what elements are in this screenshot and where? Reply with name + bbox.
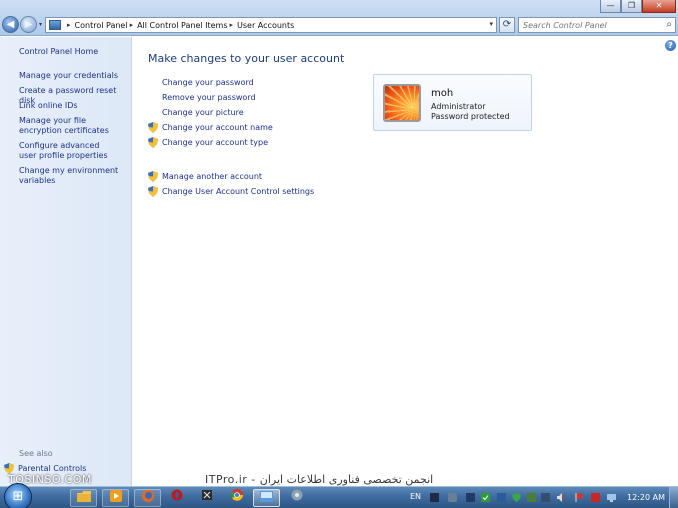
- settings-app-icon: [291, 489, 302, 501]
- tray-check-icon[interactable]: [481, 493, 490, 502]
- manage-another-account-link[interactable]: Manage another account: [148, 171, 262, 182]
- breadcrumb-control-panel[interactable]: Control Panel: [75, 21, 128, 30]
- task-label[interactable]: Change your picture: [162, 108, 244, 117]
- tray-speaker-icon[interactable]: [557, 493, 566, 502]
- explorer-taskbar-button[interactable]: [70, 489, 97, 507]
- app-icon: [201, 490, 212, 500]
- firefox-taskbar-button[interactable]: [134, 489, 161, 507]
- folder-icon: [76, 491, 91, 502]
- search-box[interactable]: ⌕: [518, 17, 676, 33]
- account-role: Administrator: [431, 102, 486, 111]
- task-label[interactable]: Manage another account: [162, 172, 262, 181]
- tray-app-icon[interactable]: [497, 493, 506, 502]
- account-card: moh Administrator Password protected: [373, 74, 532, 131]
- control-panel-icon: [260, 491, 273, 502]
- watermark-right: ITPro.ir - انجمن تخصصی فناوری اطلاعات ای…: [205, 473, 434, 486]
- control-panel-home-link[interactable]: Control Panel Home: [19, 47, 129, 57]
- search-input[interactable]: [523, 20, 659, 30]
- main-pane: ? Make changes to your user account Chan…: [133, 37, 678, 486]
- refresh-button[interactable]: ⟳: [499, 17, 515, 33]
- advanced-profile-link[interactable]: Configure advanced user profile properti…: [19, 141, 119, 161]
- maximize-button[interactable]: ❐: [621, 0, 642, 13]
- start-button[interactable]: ⊞: [4, 483, 32, 508]
- uac-shield-icon: [148, 186, 158, 197]
- tray-app-icon[interactable]: [591, 493, 600, 502]
- address-dropdown-icon[interactable]: ▾: [489, 20, 493, 28]
- task-label[interactable]: Remove your password: [162, 93, 256, 102]
- tray-app-icon[interactable]: [527, 493, 536, 502]
- tray-shield-icon[interactable]: [512, 493, 521, 502]
- file-encryption-link[interactable]: Manage your file encryption certificates: [19, 116, 123, 136]
- minimize-button[interactable]: —: [600, 0, 621, 13]
- address-bar[interactable]: ▸ Control Panel ▸ All Control Panel Item…: [45, 17, 497, 33]
- window-titlebar: — ❐ ✕ ◀ ▶ ▾ ▸ Control Panel ▸ All Contro…: [0, 0, 678, 36]
- task-label[interactable]: Change your account type: [162, 138, 268, 147]
- app-taskbar-button[interactable]: [193, 489, 220, 507]
- change-account-type-link[interactable]: Change your account type: [148, 137, 268, 148]
- tray-app-icon[interactable]: [466, 493, 475, 502]
- media-player-icon: [109, 490, 122, 502]
- system-clock[interactable]: 12:20 AM: [627, 493, 665, 502]
- breadcrumb-user-accounts[interactable]: User Accounts: [237, 21, 294, 30]
- remove-password-link[interactable]: Remove your password: [148, 93, 256, 102]
- task-label[interactable]: Change your password: [162, 78, 254, 87]
- account-password-status: Password protected: [431, 112, 510, 121]
- opera-taskbar-button[interactable]: [163, 489, 190, 507]
- taskbar: ⊞ EN 12:20 AM: [0, 483, 678, 508]
- tray-network-icon[interactable]: [607, 493, 616, 502]
- help-icon[interactable]: ?: [665, 40, 676, 51]
- tray-app-icon[interactable]: [448, 493, 457, 502]
- task-label[interactable]: Change User Account Control settings: [162, 187, 314, 196]
- left-pane: Control Panel Home Manage your credentia…: [0, 37, 132, 486]
- link-online-ids-link[interactable]: Link online IDs: [19, 101, 129, 111]
- tray-flag-icon[interactable]: [575, 493, 584, 502]
- environment-variables-link[interactable]: Change my environment variables: [19, 166, 119, 186]
- chrome-taskbar-button[interactable]: [223, 489, 250, 507]
- breadcrumb-all-items[interactable]: All Control Panel Items: [137, 21, 227, 30]
- firefox-icon: [141, 490, 154, 502]
- tray-app-icon[interactable]: [541, 493, 550, 502]
- search-icon[interactable]: ⌕: [666, 19, 672, 30]
- breadcrumb-separator[interactable]: ▸: [130, 21, 134, 29]
- back-button[interactable]: ◀: [2, 16, 19, 33]
- media-player-taskbar-button[interactable]: [102, 489, 129, 507]
- account-picture: [383, 84, 421, 122]
- navigation-buttons: ◀ ▶ ▾: [2, 16, 42, 33]
- breadcrumb-separator[interactable]: ▸: [67, 21, 71, 29]
- task-label[interactable]: Change your account name: [162, 123, 273, 132]
- window-controls: — ❐ ✕: [600, 0, 676, 13]
- close-button[interactable]: ✕: [642, 0, 676, 13]
- manage-credentials-link[interactable]: Manage your credentials: [19, 71, 129, 81]
- uac-shield-icon: [148, 122, 158, 133]
- uac-shield-icon: [148, 137, 158, 148]
- page-title: Make changes to your user account: [148, 52, 345, 65]
- forward-button[interactable]: ▶: [20, 16, 37, 33]
- parental-controls-label[interactable]: Parental Controls: [18, 464, 86, 473]
- opera-icon: [171, 489, 182, 501]
- change-account-name-link[interactable]: Change your account name: [148, 122, 273, 133]
- change-password-link[interactable]: Change your password: [148, 78, 254, 87]
- show-desktop-button[interactable]: [669, 487, 678, 508]
- tray-app-icon[interactable]: [430, 493, 439, 502]
- see-also-heading: See also: [19, 449, 53, 458]
- control-panel-icon: [49, 20, 61, 30]
- change-picture-link[interactable]: Change your picture: [148, 108, 244, 117]
- language-indicator[interactable]: EN: [410, 492, 421, 501]
- recent-pages-dropdown[interactable]: ▾: [39, 21, 42, 28]
- account-name: moh: [431, 88, 454, 99]
- app2-taskbar-button[interactable]: [283, 489, 310, 507]
- breadcrumb-separator[interactable]: ▸: [230, 21, 234, 29]
- uac-settings-link[interactable]: Change User Account Control settings: [148, 186, 314, 197]
- chrome-icon: [230, 489, 243, 501]
- uac-shield-icon: [148, 171, 158, 182]
- control-panel-taskbar-button[interactable]: [253, 489, 280, 507]
